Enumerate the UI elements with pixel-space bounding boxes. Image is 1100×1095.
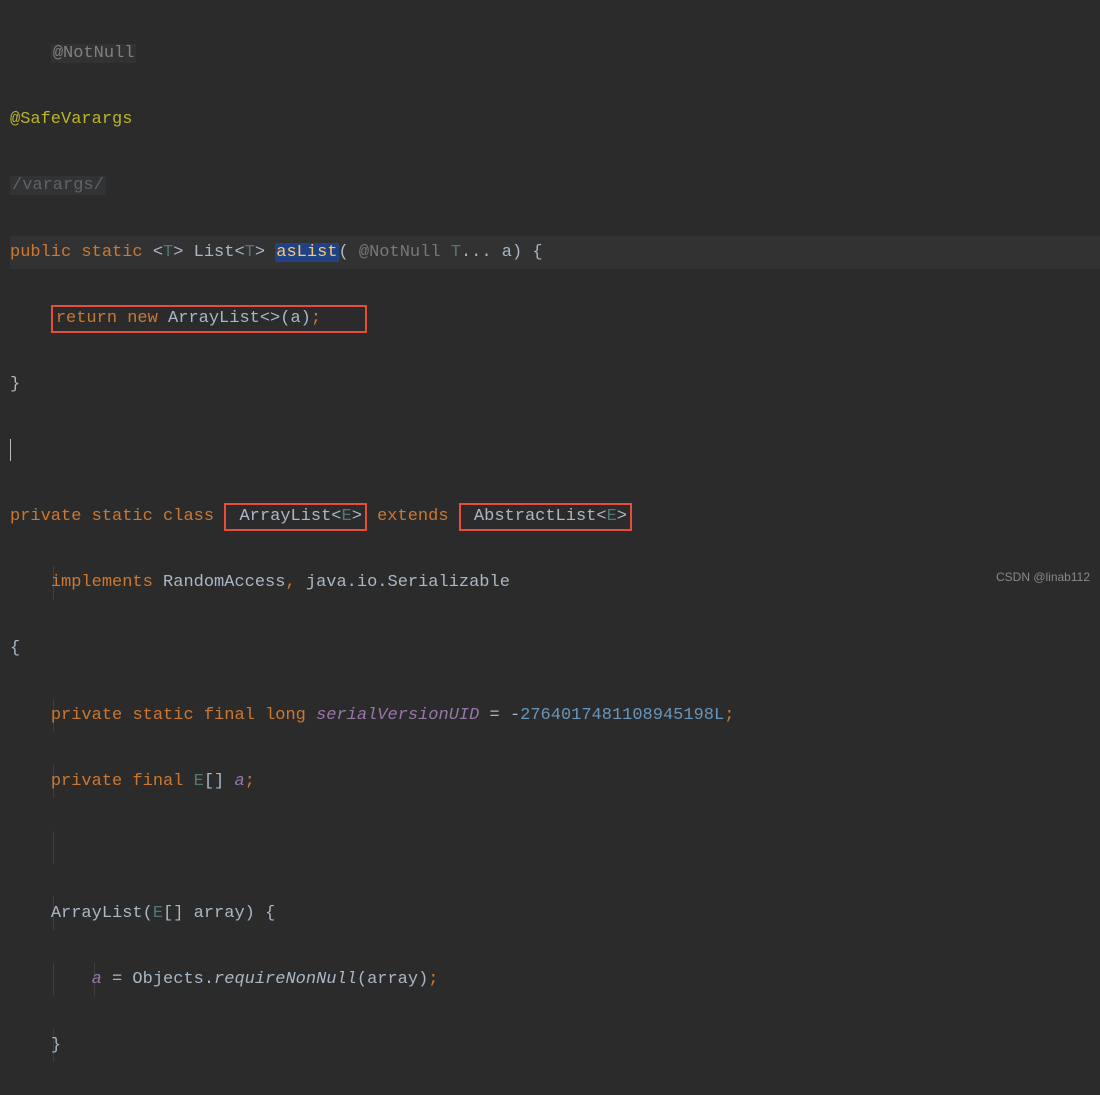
type-param: T bbox=[245, 243, 255, 262]
class-name: AbstractList bbox=[464, 507, 597, 526]
text-cursor bbox=[10, 439, 11, 461]
highlight-box: ArrayList<E> bbox=[224, 503, 367, 531]
kw-static: static bbox=[92, 507, 153, 526]
code-line: ArrayList(E[] array) { bbox=[10, 897, 1100, 930]
eq: = bbox=[479, 706, 510, 725]
param: [] array bbox=[163, 904, 245, 923]
type-param: E bbox=[607, 507, 617, 526]
highlight-box: AbstractList<E> bbox=[459, 503, 632, 531]
minus: - bbox=[510, 706, 520, 725]
kw-static: static bbox=[132, 706, 193, 725]
angle-close: > bbox=[255, 243, 265, 262]
angle-open: < bbox=[234, 243, 244, 262]
number-literal: 2764017481108945198L bbox=[520, 706, 724, 725]
type-list: List bbox=[194, 243, 235, 262]
field-name: a bbox=[234, 772, 244, 791]
kw-static: static bbox=[81, 243, 142, 262]
semicolon: ; bbox=[311, 309, 321, 328]
kw-return: return bbox=[56, 309, 117, 328]
code-line: /varargs/ bbox=[10, 169, 1100, 202]
angle-open: < bbox=[153, 243, 163, 262]
field-name: a bbox=[92, 970, 102, 989]
kw-private: private bbox=[51, 706, 122, 725]
angle-open: < bbox=[331, 507, 341, 526]
type-param: E bbox=[342, 507, 352, 526]
ctor-name: ArrayList bbox=[51, 904, 143, 923]
comma: , bbox=[285, 573, 295, 592]
param-name: a bbox=[492, 243, 512, 262]
code-line: private final E[] a; bbox=[10, 765, 1100, 798]
eq-objects: = Objects. bbox=[102, 970, 214, 989]
field-name: serialVersionUID bbox=[316, 706, 479, 725]
type-param: T bbox=[451, 243, 461, 262]
ctor-call: ArrayList<>(a) bbox=[158, 309, 311, 328]
class-name: ArrayList bbox=[229, 507, 331, 526]
interface-name: RandomAccess bbox=[153, 573, 286, 592]
highlight-box: return new ArrayList<>(a); bbox=[51, 305, 367, 333]
semicolon: ; bbox=[724, 706, 734, 725]
interface-name: java.io.Serializable bbox=[296, 573, 510, 592]
kw-extends: extends bbox=[377, 507, 448, 526]
brace-close: } bbox=[10, 375, 20, 394]
code-line: private static final long serialVersionU… bbox=[10, 699, 1100, 732]
kw-private: private bbox=[51, 772, 122, 791]
brace-open: { bbox=[10, 639, 20, 658]
lparen: ( bbox=[143, 904, 153, 923]
code-editor[interactable]: @NotNull @SafeVarargs /varargs/ public s… bbox=[0, 0, 1100, 1095]
code-line: public static <T> List<T> asList( @NotNu… bbox=[10, 236, 1100, 269]
code-line: @SafeVarargs bbox=[10, 103, 1100, 136]
angle-close: > bbox=[617, 507, 627, 526]
rparen-brace: ) { bbox=[512, 243, 543, 262]
annotation-notnull: @NotNull bbox=[51, 44, 137, 63]
code-line: implements RandomAccess, java.io.Seriali… bbox=[10, 566, 1100, 599]
code-line: return new ArrayList<>(a); bbox=[10, 302, 1100, 335]
brackets: [] bbox=[204, 772, 235, 791]
kw-new: new bbox=[127, 309, 158, 328]
rparen-brace: ) { bbox=[245, 904, 276, 923]
lparen: ( bbox=[339, 243, 349, 262]
code-line: private static class ArrayList<E> extend… bbox=[10, 500, 1100, 533]
kw-public: public bbox=[10, 243, 71, 262]
code-line: { bbox=[10, 632, 1100, 665]
semicolon: ; bbox=[428, 970, 438, 989]
semicolon: ; bbox=[245, 772, 255, 791]
watermark-text: CSDN @linab112 bbox=[996, 566, 1090, 589]
method-call: requireNonNull bbox=[214, 970, 357, 989]
angle-close: > bbox=[173, 243, 183, 262]
kw-class: class bbox=[163, 507, 214, 526]
type-param: E bbox=[153, 904, 163, 923]
kw-implements: implements bbox=[51, 573, 153, 592]
code-line: } bbox=[10, 368, 1100, 401]
kw-final: final bbox=[132, 772, 183, 791]
code-line: @NotNull bbox=[10, 37, 1100, 70]
hint-varargs: /varargs/ bbox=[10, 176, 106, 195]
angle-open: < bbox=[596, 507, 606, 526]
method-aslist: asList bbox=[275, 243, 338, 262]
code-line bbox=[10, 831, 1100, 864]
param-annotation: @NotNull bbox=[349, 243, 451, 262]
kw-private: private bbox=[10, 507, 81, 526]
code-line: } bbox=[10, 1029, 1100, 1062]
annotation-safevarargs: @SafeVarargs bbox=[10, 110, 132, 129]
kw-final: final bbox=[204, 706, 255, 725]
args: (array) bbox=[357, 970, 428, 989]
code-line bbox=[10, 434, 1100, 467]
angle-close: > bbox=[352, 507, 362, 526]
varargs: ... bbox=[461, 243, 492, 262]
type-param: T bbox=[163, 243, 173, 262]
type-param: E bbox=[194, 772, 204, 791]
code-line: a = Objects.requireNonNull(array); bbox=[10, 963, 1100, 996]
kw-long: long bbox=[265, 706, 306, 725]
brace-close: } bbox=[51, 1036, 61, 1055]
